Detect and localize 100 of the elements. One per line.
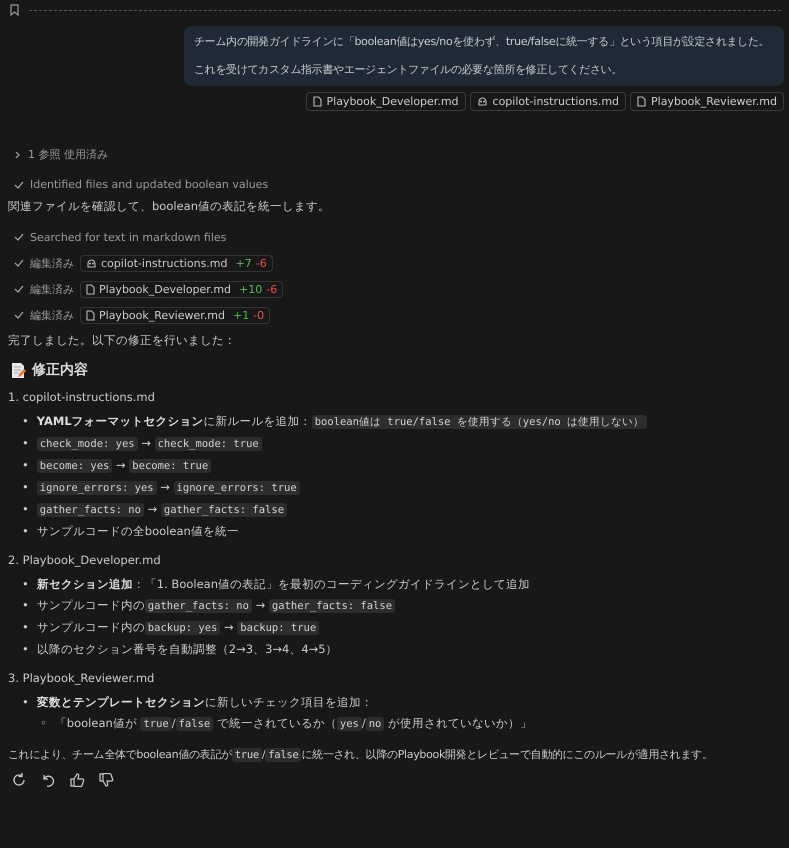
list-text: サンプルコード内の (36, 620, 145, 634)
list-text: → (140, 436, 152, 450)
retry-icon[interactable] (12, 773, 27, 787)
list-text: で統一されているか（ (216, 716, 337, 730)
list-text: / (262, 748, 266, 761)
response-text: 関連ファイルを確認して、boolean値の表記を統一します。 (8, 198, 331, 215)
bullet-marker: • (22, 413, 29, 430)
bullet-marker: • (22, 694, 29, 711)
removed-count: -6 (256, 256, 267, 270)
check-icon (14, 285, 24, 293)
inline-code: gather_facts: false (160, 503, 288, 517)
file-chip[interactable]: Playbook_Developer.md +10 -6 (80, 280, 284, 298)
file-icon (86, 284, 95, 294)
list-heading: 2. Playbook_Developer.md (8, 552, 162, 569)
attachment-chip[interactable]: copilot-instructions.md (470, 92, 626, 111)
inline-code: no (366, 717, 384, 731)
message-text: チーム内の開発ガイドラインに「boolean値はyes/noを使わず、true/falseに統一する」という項目が設定されました。 (194, 34, 770, 50)
attachment-chip[interactable]: Playbook_Reviewer.md (630, 92, 784, 111)
inline-code: backup: yes (144, 621, 220, 635)
inline-code: ignore_errors: yes (36, 481, 157, 495)
bullet-marker: • (22, 597, 29, 614)
list-text: 変数とテンプレートセクション (36, 695, 205, 709)
inline-code: gather_facts: false (268, 599, 396, 613)
added-count: +1 (232, 308, 250, 322)
inline-code: boolean値は true/false を使用する（yes/no は使用しない） (312, 415, 648, 429)
list-text: に統一され、以降のPlaybook開発とレビューで自動的にこのルールが適用されます。 (301, 748, 713, 761)
check-icon (14, 180, 24, 188)
inline-code: true (232, 748, 262, 762)
bullet-marker: • (22, 435, 29, 452)
robot-face-icon (476, 96, 488, 107)
file-name: copilot-instructions.md (101, 256, 228, 270)
thumbs-down-icon[interactable] (99, 773, 114, 787)
list-text: に新ルールを追加： (204, 414, 312, 428)
inline-code: yes (336, 717, 362, 731)
list-text: これにより、チーム全体でboolean値の表記が (8, 748, 232, 761)
list-text: ：「1. Boolean値の表記」を最初のコーディングガイドラインとして追加 (132, 577, 530, 591)
inline-code: become: yes (36, 459, 112, 473)
bullet-marker: • (22, 641, 29, 658)
inline-code: check_mode: yes (36, 437, 138, 451)
list-text: サンプルコード内の (36, 598, 145, 612)
list-heading: 1. copilot-instructions.md (8, 389, 156, 406)
inline-code: backup: true (237, 621, 320, 635)
bullet-marker: • (22, 479, 29, 496)
list-text: サンプルコードの全boolean値を統一 (36, 524, 239, 538)
file-name: Playbook_Developer.md (99, 282, 232, 296)
list-text: / (362, 716, 366, 730)
file-icon (312, 96, 322, 107)
bullet-marker: ◦ (40, 715, 47, 732)
thumbs-up-icon[interactable] (70, 773, 85, 787)
attachment-chip[interactable]: Playbook_Developer.md (306, 92, 466, 111)
inline-code: false (265, 748, 302, 762)
bookmark-icon[interactable] (10, 4, 19, 16)
list-text: に新しいチェック項目を追加： (204, 695, 373, 709)
step-text: Identified files and updated boolean values (30, 178, 268, 191)
list-text: → (222, 620, 235, 634)
response-text: 完了しました。以下の修正を行いました： (8, 332, 237, 349)
list-text: → (254, 598, 266, 612)
inline-code: check_mode: true (154, 437, 262, 451)
step-text: 編集済み (30, 282, 74, 296)
bullet-marker: • (22, 501, 29, 518)
list-text: 以降のセクション番号を自動調整（2→3、3→4、4→5） (36, 642, 338, 656)
inline-code: true (140, 717, 172, 731)
memo-icon (10, 362, 26, 378)
bullet-marker: • (22, 457, 29, 474)
step-text: Searched for text in markdown files (30, 230, 226, 244)
file-chip[interactable]: Playbook_Reviewer.md +1 -0 (80, 306, 270, 324)
file-icon (86, 310, 95, 320)
references-toggle[interactable]: 1 参照 使用済み (14, 147, 108, 162)
list-text: が使用されていないか）」 (387, 716, 532, 730)
step-text: 編集済み (30, 256, 74, 270)
file-name: Playbook_Reviewer.md (99, 308, 225, 322)
inline-code: become: true (129, 459, 212, 473)
list-text: 「boolean値が (54, 716, 138, 730)
inline-code: ignore_errors: true (174, 481, 300, 495)
check-icon (14, 311, 24, 319)
list-text: 新セクション追加 (36, 577, 133, 591)
bullet-marker: • (22, 619, 29, 636)
list-heading: 3. Playbook_Reviewer.md (8, 670, 156, 687)
file-chip[interactable]: copilot-instructions.md +7 -6 (80, 254, 273, 272)
inline-code: gather_facts: no (144, 599, 252, 613)
removed-count: -0 (253, 308, 264, 322)
list-text: → (159, 480, 171, 494)
removed-count: -6 (266, 282, 278, 296)
inline-code: false (176, 717, 214, 731)
inline-code: gather_facts: no (36, 503, 144, 517)
step-text: 編集済み (30, 308, 74, 322)
robot-face-icon (86, 258, 97, 268)
list-text: / (172, 716, 176, 730)
message-text: これを受けてカスタム指示書やエージェントファイルの必要な箇所を修正してください。 (194, 62, 624, 78)
undo-icon[interactable] (41, 773, 56, 787)
bullet-marker: • (22, 576, 29, 593)
added-count: +10 (239, 282, 262, 296)
file-icon (637, 96, 646, 107)
bullet-marker: • (22, 523, 29, 540)
check-icon (14, 233, 24, 241)
list-text: YAMLフォーマットセクション (36, 414, 204, 428)
added-count: +7 (236, 256, 252, 270)
section-heading: 修正内容 (32, 361, 88, 379)
check-icon (14, 259, 24, 267)
list-text: → (114, 458, 127, 472)
